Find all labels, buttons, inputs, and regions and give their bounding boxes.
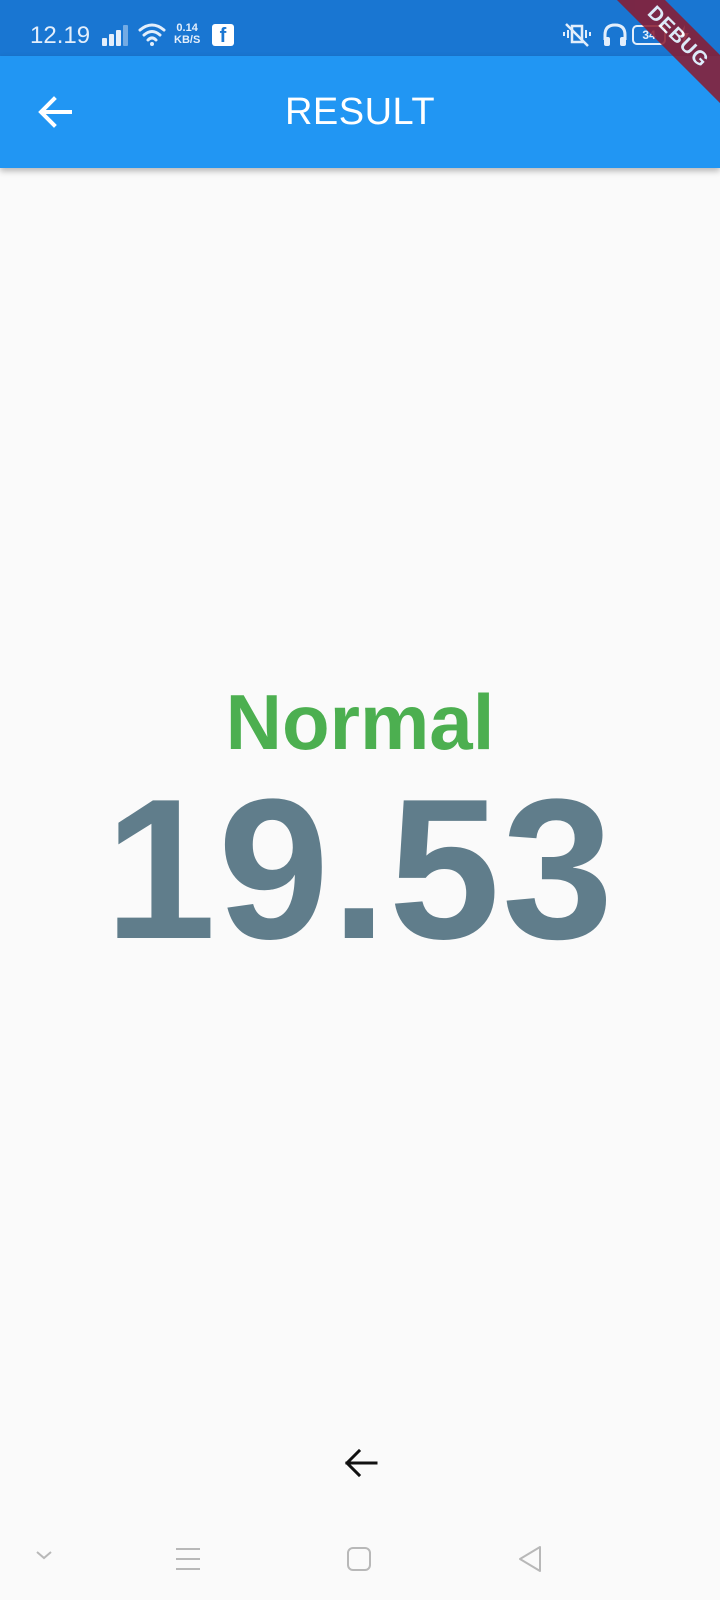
network-speed-unit: KB/S (174, 34, 201, 46)
bmi-category: Normal (225, 678, 495, 766)
page-title: RESULT (284, 91, 436, 133)
app-bar: RESULT (0, 56, 720, 168)
signal-icon (102, 24, 130, 51)
status-bar: 12.19 0.14 KB/S f 34 (0, 0, 720, 56)
bottom-back-button[interactable] (342, 1444, 380, 1482)
menu-icon[interactable] (174, 1546, 202, 1577)
facebook-icon: f (212, 24, 234, 46)
home-icon[interactable] (346, 1546, 372, 1577)
headset-icon (602, 22, 628, 53)
back-triangle-icon[interactable] (516, 1544, 544, 1579)
vibrate-off-icon (562, 22, 592, 53)
system-nav-bar (0, 1520, 720, 1600)
network-speed-value: 0.14 (176, 22, 198, 34)
status-time: 12.19 (30, 22, 91, 49)
arrow-back-icon (38, 96, 72, 128)
network-speed: 0.14 KB/S (174, 22, 200, 46)
back-button[interactable] (34, 90, 78, 134)
bmi-value: 19.53 (104, 758, 616, 981)
arrow-back-icon (344, 1448, 378, 1478)
chevron-down-icon[interactable] (34, 1548, 54, 1567)
wifi-icon (138, 22, 166, 51)
